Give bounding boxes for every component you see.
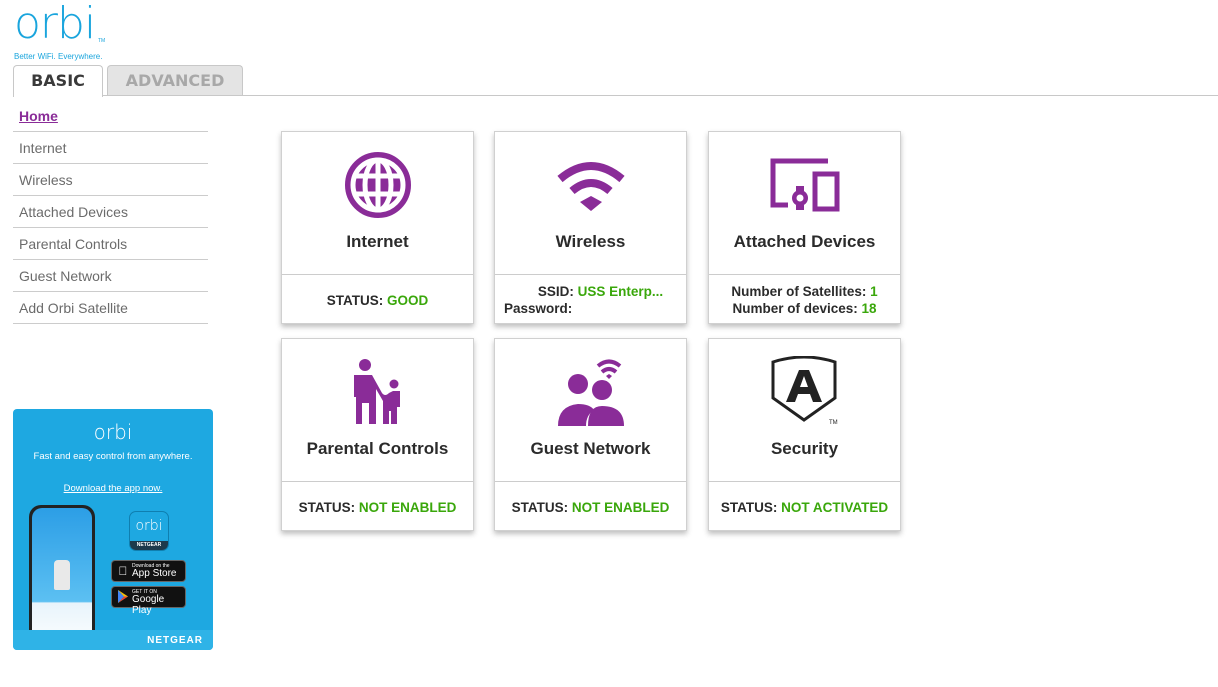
orbi-logo: orbi TM Better WiFi. Everywhere. — [14, 2, 114, 62]
download-app-link[interactable]: Download the app now. — [13, 483, 213, 494]
armor-shield-icon: TM — [709, 356, 900, 427]
ssid-value: USS Enterp... — [577, 284, 664, 299]
tile-status: STATUS: NOT ENABLED — [495, 482, 686, 532]
phone-image — [29, 505, 95, 650]
devices-value: 18 — [861, 301, 877, 316]
tab-basic[interactable]: BASIC — [13, 65, 103, 97]
sidebar-nav: Home Internet Wireless Attached Devices … — [13, 100, 208, 324]
tile-status: STATUS: NOT ENABLED — [282, 482, 473, 532]
tile-title: Guest Network — [530, 439, 651, 458]
guest-users-icon — [495, 357, 686, 427]
tab-advanced[interactable]: ADVANCED — [107, 65, 243, 96]
globe-icon — [282, 150, 473, 220]
status-value: NOT ENABLED — [571, 499, 670, 515]
wifi-icon — [495, 150, 686, 220]
tile-title: Wireless — [555, 232, 626, 251]
devices-label: Number of devices: — [732, 301, 858, 316]
phone-screen — [32, 508, 92, 650]
satellites-value: 1 — [870, 284, 878, 299]
app-store-big-text: App Store — [132, 568, 177, 579]
orbi-device-image — [54, 560, 70, 590]
sidebar-item-home[interactable]: Home — [13, 100, 208, 132]
netgear-brand: NETGEAR — [147, 635, 203, 646]
status-value: NOT ACTIVATED — [781, 499, 889, 515]
tile-status: STATUS: GOOD — [282, 275, 473, 325]
tile-wireless[interactable]: Wireless SSID: USS Enterp... Password: — [494, 131, 687, 324]
status-label: STATUS: — [720, 499, 778, 515]
status-label: STATUS: — [298, 499, 356, 515]
sidebar-item-add-orbi-satellite[interactable]: Add Orbi Satellite — [13, 292, 208, 324]
ssid-label: SSID: — [537, 284, 574, 299]
app-icon-word: orbi — [135, 518, 163, 534]
google-play-big-text: Google Play — [132, 594, 165, 616]
tile-title: Internet — [346, 232, 409, 251]
promo-logo: orbi — [93, 420, 133, 444]
main-tabs: BASIC ADVANCED — [13, 65, 243, 97]
sidebar-item-internet[interactable]: Internet — [13, 132, 208, 164]
logo-trademark: TM — [98, 38, 106, 44]
parent-child-icon — [282, 357, 473, 427]
tile-status: STATUS: NOT ACTIVATED — [709, 482, 900, 532]
tile-guest-network[interactable]: Guest Network STATUS: NOT ENABLED — [494, 338, 687, 531]
promo-text: Fast and easy control from anywhere. — [33, 451, 193, 462]
tile-title: Security — [770, 439, 839, 458]
tile-title: Parental Controls — [306, 439, 449, 458]
tile-status: SSID: USS Enterp... Password: — [495, 275, 686, 325]
sidebar-item-parental-controls[interactable]: Parental Controls — [13, 228, 208, 260]
tile-security[interactable]: TM Security STATUS: NOT ACTIVATED — [708, 338, 901, 531]
devices-icon — [709, 150, 900, 220]
password-label: Password: — [504, 301, 573, 316]
tile-attached-devices[interactable]: Attached Devices Number of Satellites: 1… — [708, 131, 901, 324]
tile-parental-controls[interactable]: Parental Controls STATUS: NOT ENABLED — [281, 338, 474, 531]
status-value: NOT ENABLED — [358, 499, 457, 515]
sidebar-item-guest-network[interactable]: Guest Network — [13, 260, 208, 292]
sidebar-item-wireless[interactable]: Wireless — [13, 164, 208, 196]
tile-title: Attached Devices — [733, 232, 876, 251]
status-label: STATUS: — [326, 292, 384, 308]
tile-status: Number of Satellites: 1 Number of device… — [709, 275, 900, 325]
google-play-icon — [116, 590, 130, 604]
tab-divider — [13, 95, 1218, 96]
apple-icon:  — [116, 564, 130, 578]
status-label: STATUS: — [511, 499, 569, 515]
tile-internet[interactable]: Internet STATUS: GOOD — [281, 131, 474, 324]
google-play-badge[interactable]: GET IT ON Google Play — [111, 586, 186, 616]
orbi-app-icon: orbi NETGEAR — [129, 511, 169, 551]
app-store-badge[interactable]:  Download on the App Store — [111, 560, 186, 582]
app-promo-banner[interactable]: orbi Fast and easy control from anywhere… — [13, 409, 213, 650]
sidebar-item-attached-devices[interactable]: Attached Devices — [13, 196, 208, 228]
app-icon-brand: NETGEAR — [130, 541, 168, 550]
satellites-label: Number of Satellites: — [731, 284, 867, 299]
logo-tagline: Better WiFi. Everywhere. — [14, 52, 103, 61]
security-trademark: TM — [829, 420, 838, 426]
status-value: GOOD — [387, 292, 429, 308]
